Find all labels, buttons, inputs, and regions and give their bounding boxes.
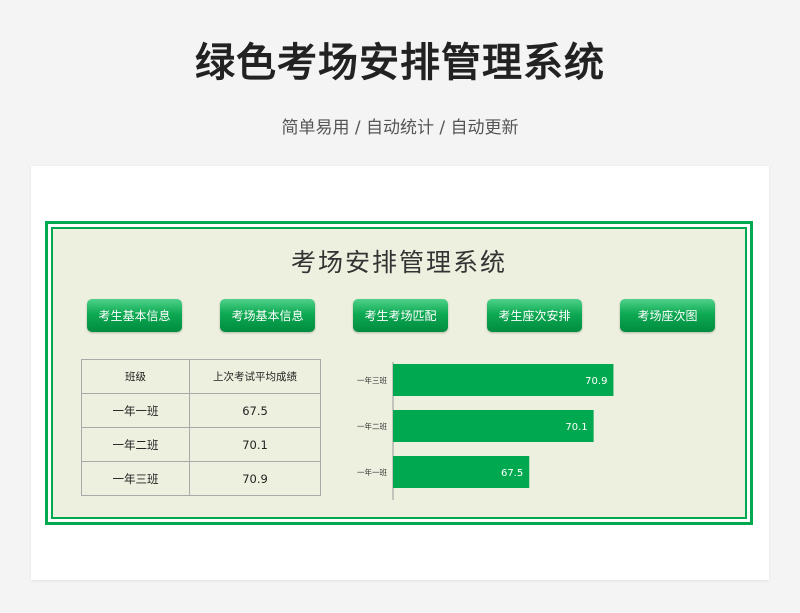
table-row: 一年三班 70.9 — [81, 461, 321, 496]
column-header-avg-score: 上次考试平均成绩 — [189, 359, 321, 394]
table-row: 一年二班 70.1 — [81, 427, 321, 462]
nav-button-student-room-match[interactable]: 考生考场匹配 — [353, 299, 448, 332]
score-table: 班级 上次考试平均成绩 一年一班 67.5 一年二班 70.1 一年三班 70.… — [81, 359, 321, 496]
chart-data-label: 67.5 — [501, 468, 523, 479]
nav-button-seat-arrangement[interactable]: 考生座次安排 — [487, 299, 582, 332]
column-header-class: 班级 — [81, 359, 190, 394]
app-frame: 考场安排管理系统 考生基本信息 考场基本信息 考生考场匹配 考生座次安排 考场座… — [45, 221, 753, 525]
page-title: 绿色考场安排管理系统 — [195, 40, 605, 86]
nav-button-seat-map[interactable]: 考场座次图 — [620, 299, 715, 332]
cell-score: 70.9 — [189, 461, 321, 496]
chart-category-label: 一年一班 — [357, 467, 387, 477]
chart-bar — [393, 364, 614, 396]
cell-class: 一年一班 — [81, 393, 190, 428]
page-subtitle: 简单易用 / 自动统计 / 自动更新 — [281, 118, 519, 138]
table-row: 一年一班 67.5 — [81, 393, 321, 428]
chart-bar — [393, 410, 594, 442]
chart-data-label: 70.1 — [565, 422, 587, 433]
nav-button-student-info[interactable]: 考生基本信息 — [87, 299, 182, 332]
nav-button-room-info[interactable]: 考场基本信息 — [220, 299, 315, 332]
preview-card: 考场安排管理系统 考生基本信息 考场基本信息 考生考场匹配 考生座次安排 考场座… — [31, 166, 769, 580]
chart-category-label: 一年二班 — [357, 421, 387, 431]
app-panel: 考场安排管理系统 考生基本信息 考场基本信息 考生考场匹配 考生座次安排 考场座… — [51, 227, 747, 519]
cell-score: 70.1 — [189, 427, 321, 462]
avg-score-bar-chart: 一年三班 70.9 一年二班 70.1 一年一班 67.5 — [357, 362, 614, 500]
cell-class: 一年三班 — [81, 461, 190, 496]
chart-data-label: 70.9 — [585, 376, 607, 387]
cell-score: 67.5 — [189, 393, 321, 428]
table-header-row: 班级 上次考试平均成绩 — [81, 359, 321, 394]
chart-category-label: 一年三班 — [357, 375, 387, 385]
app-title: 考场安排管理系统 — [290, 248, 507, 277]
cell-class: 一年二班 — [81, 427, 190, 462]
